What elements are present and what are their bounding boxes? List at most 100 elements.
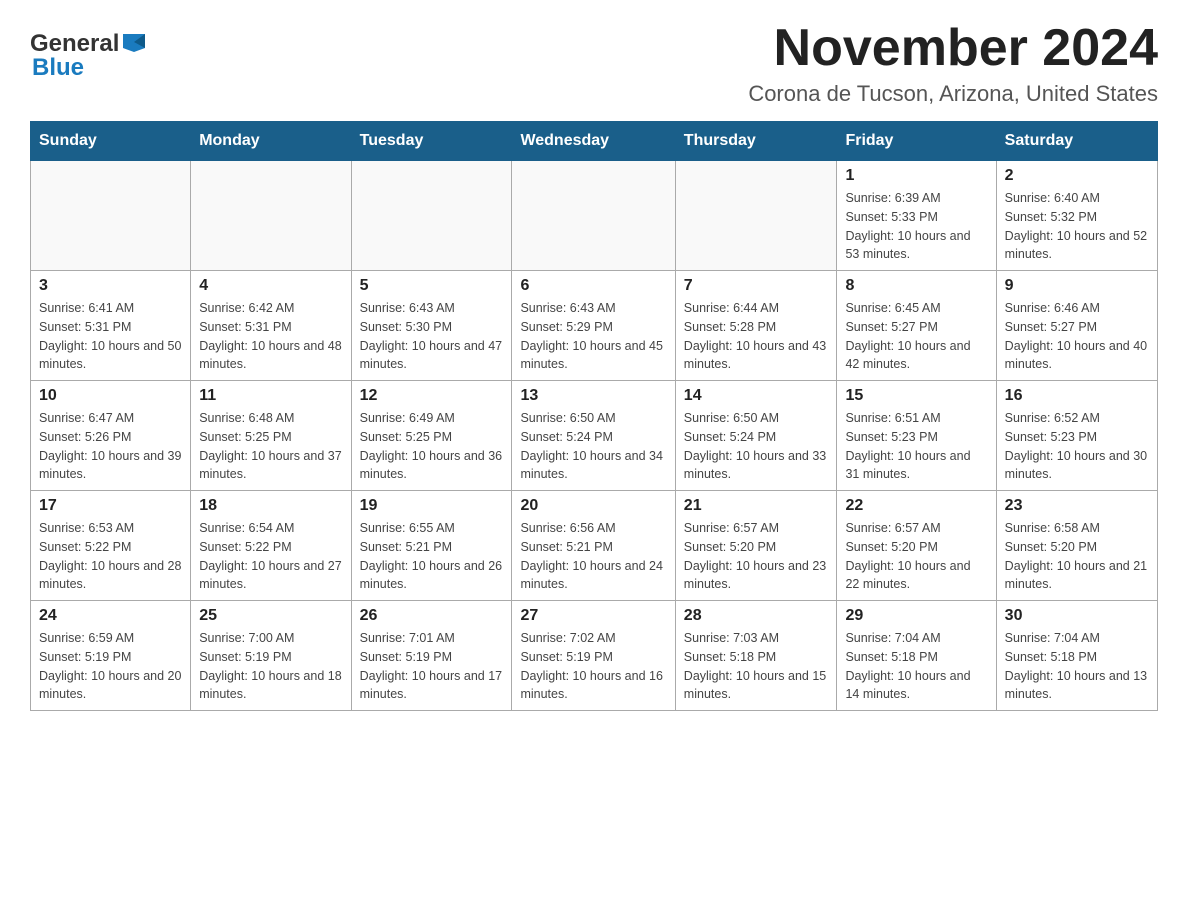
day-info: Sunrise: 6:58 AMSunset: 5:20 PMDaylight:… [1005, 519, 1149, 594]
day-number: 4 [199, 277, 342, 295]
day-number: 23 [1005, 497, 1149, 515]
calendar-cell: 18Sunrise: 6:54 AMSunset: 5:22 PMDayligh… [191, 491, 351, 601]
day-info: Sunrise: 6:43 AMSunset: 5:30 PMDaylight:… [360, 299, 504, 374]
calendar-cell: 29Sunrise: 7:04 AMSunset: 5:18 PMDayligh… [837, 601, 996, 711]
day-number: 15 [845, 387, 987, 405]
day-info: Sunrise: 6:56 AMSunset: 5:21 PMDaylight:… [520, 519, 666, 594]
day-number: 14 [684, 387, 829, 405]
day-info: Sunrise: 6:40 AMSunset: 5:32 PMDaylight:… [1005, 189, 1149, 264]
day-info: Sunrise: 7:01 AMSunset: 5:19 PMDaylight:… [360, 629, 504, 704]
day-info: Sunrise: 6:39 AMSunset: 5:33 PMDaylight:… [845, 189, 987, 264]
header-day-tuesday: Tuesday [351, 122, 512, 161]
day-info: Sunrise: 6:45 AMSunset: 5:27 PMDaylight:… [845, 299, 987, 374]
day-info: Sunrise: 6:52 AMSunset: 5:23 PMDaylight:… [1005, 409, 1149, 484]
day-number: 8 [845, 277, 987, 295]
logo: General Blue [30, 30, 145, 82]
calendar-cell: 19Sunrise: 6:55 AMSunset: 5:21 PMDayligh… [351, 491, 512, 601]
calendar-week-2: 10Sunrise: 6:47 AMSunset: 5:26 PMDayligh… [31, 381, 1158, 491]
header-day-thursday: Thursday [675, 122, 837, 161]
day-number: 16 [1005, 387, 1149, 405]
calendar-cell: 4 Sunrise: 6:42 AMSunset: 5:31 PMDaylight… [191, 271, 351, 381]
calendar-cell: 28Sunrise: 7:03 AMSunset: 5:18 PMDayligh… [675, 601, 837, 711]
calendar-cell: 6 Sunrise: 6:43 AMSunset: 5:29 PMDaylight… [512, 271, 675, 381]
day-number: 18 [199, 497, 342, 515]
calendar-week-1: 3 Sunrise: 6:41 AMSunset: 5:31 PMDaylight… [31, 271, 1158, 381]
calendar-cell: 10Sunrise: 6:47 AMSunset: 5:26 PMDayligh… [31, 381, 191, 491]
calendar-cell: 5Sunrise: 6:43 AMSunset: 5:30 PMDaylight… [351, 271, 512, 381]
calendar-cell [351, 161, 512, 271]
day-info: Sunrise: 6:42 AMSunset: 5:31 PMDaylight:… [199, 299, 342, 374]
calendar-cell: 3 Sunrise: 6:41 AMSunset: 5:31 PMDaylight… [31, 271, 191, 381]
calendar-cell [675, 161, 837, 271]
location-subtitle: Corona de Tucson, Arizona, United States [748, 81, 1158, 107]
day-info: Sunrise: 6:48 AMSunset: 5:25 PMDaylight:… [199, 409, 342, 484]
calendar-cell: 20Sunrise: 6:56 AMSunset: 5:21 PMDayligh… [512, 491, 675, 601]
day-info: Sunrise: 6:50 AMSunset: 5:24 PMDaylight:… [684, 409, 829, 484]
day-info: Sunrise: 7:04 AMSunset: 5:18 PMDaylight:… [845, 629, 987, 704]
day-info: Sunrise: 7:00 AMSunset: 5:19 PMDaylight:… [199, 629, 342, 704]
day-number: 11 [199, 387, 342, 405]
title-block: November 2024 Corona de Tucson, Arizona,… [748, 20, 1158, 107]
header-day-sunday: Sunday [31, 122, 191, 161]
day-info: Sunrise: 6:43 AMSunset: 5:29 PMDaylight:… [520, 299, 666, 374]
calendar-cell: 2 Sunrise: 6:40 AMSunset: 5:32 PMDaylight… [996, 161, 1157, 271]
day-number: 1 [845, 167, 987, 185]
day-number: 30 [1005, 607, 1149, 625]
logo-arrow-icon [123, 34, 145, 57]
logo-blue-text: Blue [32, 54, 84, 82]
calendar-cell: 26 Sunrise: 7:01 AMSunset: 5:19 PMDayligh… [351, 601, 512, 711]
day-number: 12 [360, 387, 504, 405]
calendar-header-row: SundayMondayTuesdayWednesdayThursdayFrid… [31, 122, 1158, 161]
day-number: 25 [199, 607, 342, 625]
day-info: Sunrise: 7:02 AMSunset: 5:19 PMDaylight:… [520, 629, 666, 704]
calendar-cell: 22 Sunrise: 6:57 AMSunset: 5:20 PMDayligh… [837, 491, 996, 601]
header-day-monday: Monday [191, 122, 351, 161]
day-info: Sunrise: 6:57 AMSunset: 5:20 PMDaylight:… [684, 519, 829, 594]
calendar-cell: 23 Sunrise: 6:58 AMSunset: 5:20 PMDayligh… [996, 491, 1157, 601]
calendar-cell: 16 Sunrise: 6:52 AMSunset: 5:23 PMDayligh… [996, 381, 1157, 491]
day-info: Sunrise: 6:49 AMSunset: 5:25 PMDaylight:… [360, 409, 504, 484]
day-info: Sunrise: 6:41 AMSunset: 5:31 PMDaylight:… [39, 299, 182, 374]
calendar-cell: 8 Sunrise: 6:45 AMSunset: 5:27 PMDaylight… [837, 271, 996, 381]
calendar-table: SundayMondayTuesdayWednesdayThursdayFrid… [30, 121, 1158, 711]
calendar-cell: 11 Sunrise: 6:48 AMSunset: 5:25 PMDayligh… [191, 381, 351, 491]
header-day-friday: Friday [837, 122, 996, 161]
day-info: Sunrise: 6:44 AMSunset: 5:28 PMDaylight:… [684, 299, 829, 374]
calendar-cell: 12 Sunrise: 6:49 AMSunset: 5:25 PMDayligh… [351, 381, 512, 491]
month-title: November 2024 [748, 20, 1158, 77]
day-number: 24 [39, 607, 182, 625]
calendar-cell: 17 Sunrise: 6:53 AMSunset: 5:22 PMDayligh… [31, 491, 191, 601]
day-info: Sunrise: 6:53 AMSunset: 5:22 PMDaylight:… [39, 519, 182, 594]
calendar-cell [31, 161, 191, 271]
header-day-wednesday: Wednesday [512, 122, 675, 161]
day-number: 3 [39, 277, 182, 295]
calendar-week-0: 1 Sunrise: 6:39 AMSunset: 5:33 PMDaylight… [31, 161, 1158, 271]
calendar-cell: 15Sunrise: 6:51 AMSunset: 5:23 PMDayligh… [837, 381, 996, 491]
calendar-week-3: 17 Sunrise: 6:53 AMSunset: 5:22 PMDayligh… [31, 491, 1158, 601]
day-number: 22 [845, 497, 987, 515]
header-day-saturday: Saturday [996, 122, 1157, 161]
day-number: 27 [520, 607, 666, 625]
calendar-cell: 13Sunrise: 6:50 AMSunset: 5:24 PMDayligh… [512, 381, 675, 491]
day-number: 19 [360, 497, 504, 515]
day-number: 6 [520, 277, 666, 295]
day-number: 7 [684, 277, 829, 295]
calendar-cell [191, 161, 351, 271]
day-number: 17 [39, 497, 182, 515]
day-number: 13 [520, 387, 666, 405]
calendar-cell [512, 161, 675, 271]
calendar-cell: 25 Sunrise: 7:00 AMSunset: 5:19 PMDayligh… [191, 601, 351, 711]
day-number: 21 [684, 497, 829, 515]
day-number: 26 [360, 607, 504, 625]
calendar-cell: 7 Sunrise: 6:44 AMSunset: 5:28 PMDaylight… [675, 271, 837, 381]
day-number: 9 [1005, 277, 1149, 295]
day-info: Sunrise: 6:57 AMSunset: 5:20 PMDaylight:… [845, 519, 987, 594]
calendar-cell: 24 Sunrise: 6:59 AMSunset: 5:19 PMDayligh… [31, 601, 191, 711]
calendar-cell: 27 Sunrise: 7:02 AMSunset: 5:19 PMDayligh… [512, 601, 675, 711]
day-number: 10 [39, 387, 182, 405]
page-header: General Blue November 2024 Corona de Tuc… [30, 20, 1158, 107]
day-info: Sunrise: 7:04 AMSunset: 5:18 PMDaylight:… [1005, 629, 1149, 704]
day-number: 2 [1005, 167, 1149, 185]
day-info: Sunrise: 6:59 AMSunset: 5:19 PMDaylight:… [39, 629, 182, 704]
calendar-cell: 1 Sunrise: 6:39 AMSunset: 5:33 PMDaylight… [837, 161, 996, 271]
